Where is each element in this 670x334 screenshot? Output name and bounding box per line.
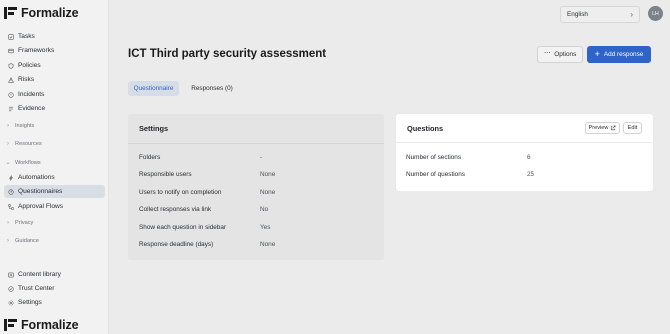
sidebar-item-incidents[interactable]: Incidents: [4, 88, 105, 101]
sidebar-item-frameworks[interactable]: Frameworks: [4, 44, 105, 57]
edit-button[interactable]: Edit: [623, 122, 642, 134]
sidebar-item-settings[interactable]: Settings: [4, 296, 105, 309]
chevron-right-icon: ›: [7, 141, 9, 147]
chevron-right-icon: ›: [630, 10, 633, 19]
settings-title: Settings: [139, 124, 169, 133]
library-icon: [8, 272, 14, 277]
chevron-right-icon: ›: [7, 220, 9, 226]
sidebar-item-policies[interactable]: Policies: [4, 59, 105, 72]
more-dots-icon: ···: [543, 48, 551, 57]
settings-label: Response deadline (days): [139, 241, 214, 248]
sidebar-item-label: Risks: [18, 76, 35, 83]
sidebar-group-resources[interactable]: › Resources: [5, 141, 42, 147]
sidebar-item-automations[interactable]: Automations: [4, 171, 105, 184]
page-title: ICT Third party security assessment: [128, 48, 327, 60]
sidebar-group-label: Privacy: [15, 220, 34, 226]
tab-responses[interactable]: Responses (0): [186, 81, 238, 96]
settings-label: Show each question in sidebar: [139, 224, 227, 231]
sidebar-group-guidance[interactable]: › Guidance: [5, 238, 39, 244]
lightning-icon: [8, 174, 14, 181]
sidebar-item-trust-center[interactable]: Trust Center: [4, 282, 105, 295]
questions-card: Questions Preview Edit Number of section…: [396, 114, 653, 191]
settings-value: No: [260, 206, 269, 213]
questions-label: Number of sections: [406, 154, 462, 161]
preview-button[interactable]: Preview: [585, 122, 620, 134]
brand-name: Formalize: [21, 6, 79, 20]
formalize-logo-icon: [4, 319, 17, 331]
sidebar-item-label: Frameworks: [18, 47, 55, 54]
frameworks-icon: [8, 48, 14, 53]
options-button[interactable]: ··· Options: [537, 46, 583, 63]
settings-label: Users to notify on completion: [139, 189, 222, 196]
sidebar-group-label: Insights: [15, 123, 35, 129]
questions-title: Questions: [407, 124, 444, 133]
language-value: English: [567, 11, 588, 18]
sidebar-item-questionnaires[interactable]: Questionnaires: [4, 185, 105, 198]
questions-label: Number of questions: [406, 171, 465, 178]
chevron-right-icon: ›: [7, 123, 9, 129]
settings-label: Collect responses via link: [139, 206, 212, 213]
language-select[interactable]: English ›: [560, 6, 640, 23]
settings-divider: [128, 143, 384, 144]
sidebar-item-label: Automations: [18, 174, 55, 181]
options-label: Options: [554, 51, 577, 58]
approval-flow-icon: [8, 203, 14, 210]
add-response-button[interactable]: + Add response: [587, 46, 651, 63]
sidebar-item-evidence[interactable]: Evidence: [4, 102, 105, 115]
sidebar-group-insights[interactable]: › Insights: [5, 123, 34, 129]
brand-name: Formalize: [21, 318, 79, 332]
sidebar-item-label: Policies: [18, 62, 41, 69]
settings-label: Responsible users: [139, 171, 192, 178]
add-response-label: Add response: [603, 51, 644, 58]
settings-value: None: [260, 241, 276, 248]
settings-value: Yes: [260, 224, 271, 231]
brand-logo[interactable]: Formalize: [4, 6, 79, 20]
tab-questionnaire[interactable]: Questionnaire: [128, 81, 179, 96]
sidebar-item-tasks[interactable]: Tasks: [4, 30, 105, 43]
plus-icon: +: [594, 49, 600, 59]
chevron-right-icon: ›: [7, 238, 9, 244]
sidebar-item-label: Incidents: [18, 91, 45, 98]
sidebar-group-label: Resources: [15, 141, 42, 147]
sidebar-item-label: Evidence: [18, 105, 46, 112]
sidebar-group-workflows[interactable]: ⌄ Workflows: [5, 159, 41, 167]
sidebar-item-content-library[interactable]: Content library: [4, 268, 105, 281]
sidebar-item-label: Approval Flows: [18, 203, 64, 210]
settings-value: None: [260, 171, 276, 178]
sidebar-group-label: Workflows: [15, 159, 41, 166]
settings-value: -: [260, 154, 263, 161]
preview-label: Preview: [588, 125, 609, 131]
formalize-logo-icon: [4, 7, 17, 19]
sidebar-item-label: Settings: [18, 299, 42, 306]
evidence-icon: [8, 106, 14, 111]
sidebar-item-approval-flows[interactable]: Approval Flows: [4, 200, 105, 213]
chevron-down-icon: ⌄: [5, 160, 11, 166]
settings-label: Folders: [139, 154, 161, 161]
settings-value: None: [260, 189, 276, 196]
sidebar-item-label: Questionnaires: [18, 188, 63, 195]
trust-center-icon: [8, 285, 14, 292]
sidebar-group-privacy[interactable]: › Privacy: [5, 220, 33, 226]
sidebar-item-label: Content library: [18, 271, 61, 278]
footer-brand-logo: Formalize: [4, 318, 79, 332]
warning-triangle-icon: [8, 76, 14, 83]
avatar[interactable]: LH: [648, 6, 663, 21]
questionnaire-icon: [8, 188, 14, 195]
sidebar-item-risks[interactable]: Risks: [4, 73, 105, 86]
sidebar-item-label: Tasks: [18, 33, 35, 40]
shield-icon: [8, 62, 14, 69]
settings-card: Settings Folders - Responsible users Non…: [128, 114, 384, 260]
sidebar-item-label: Trust Center: [18, 285, 55, 292]
incident-icon: [8, 91, 14, 98]
questions-count: 25: [527, 171, 535, 178]
sidebar-group-label: Guidance: [15, 238, 39, 244]
gear-icon: [8, 300, 14, 305]
external-link-icon: [611, 125, 616, 131]
questions-divider: [396, 142, 653, 143]
sidebar: Formalize Tasks Frameworks Policies Risk…: [0, 0, 109, 334]
checklist-icon: [8, 33, 14, 40]
sections-count: 6: [527, 154, 531, 161]
